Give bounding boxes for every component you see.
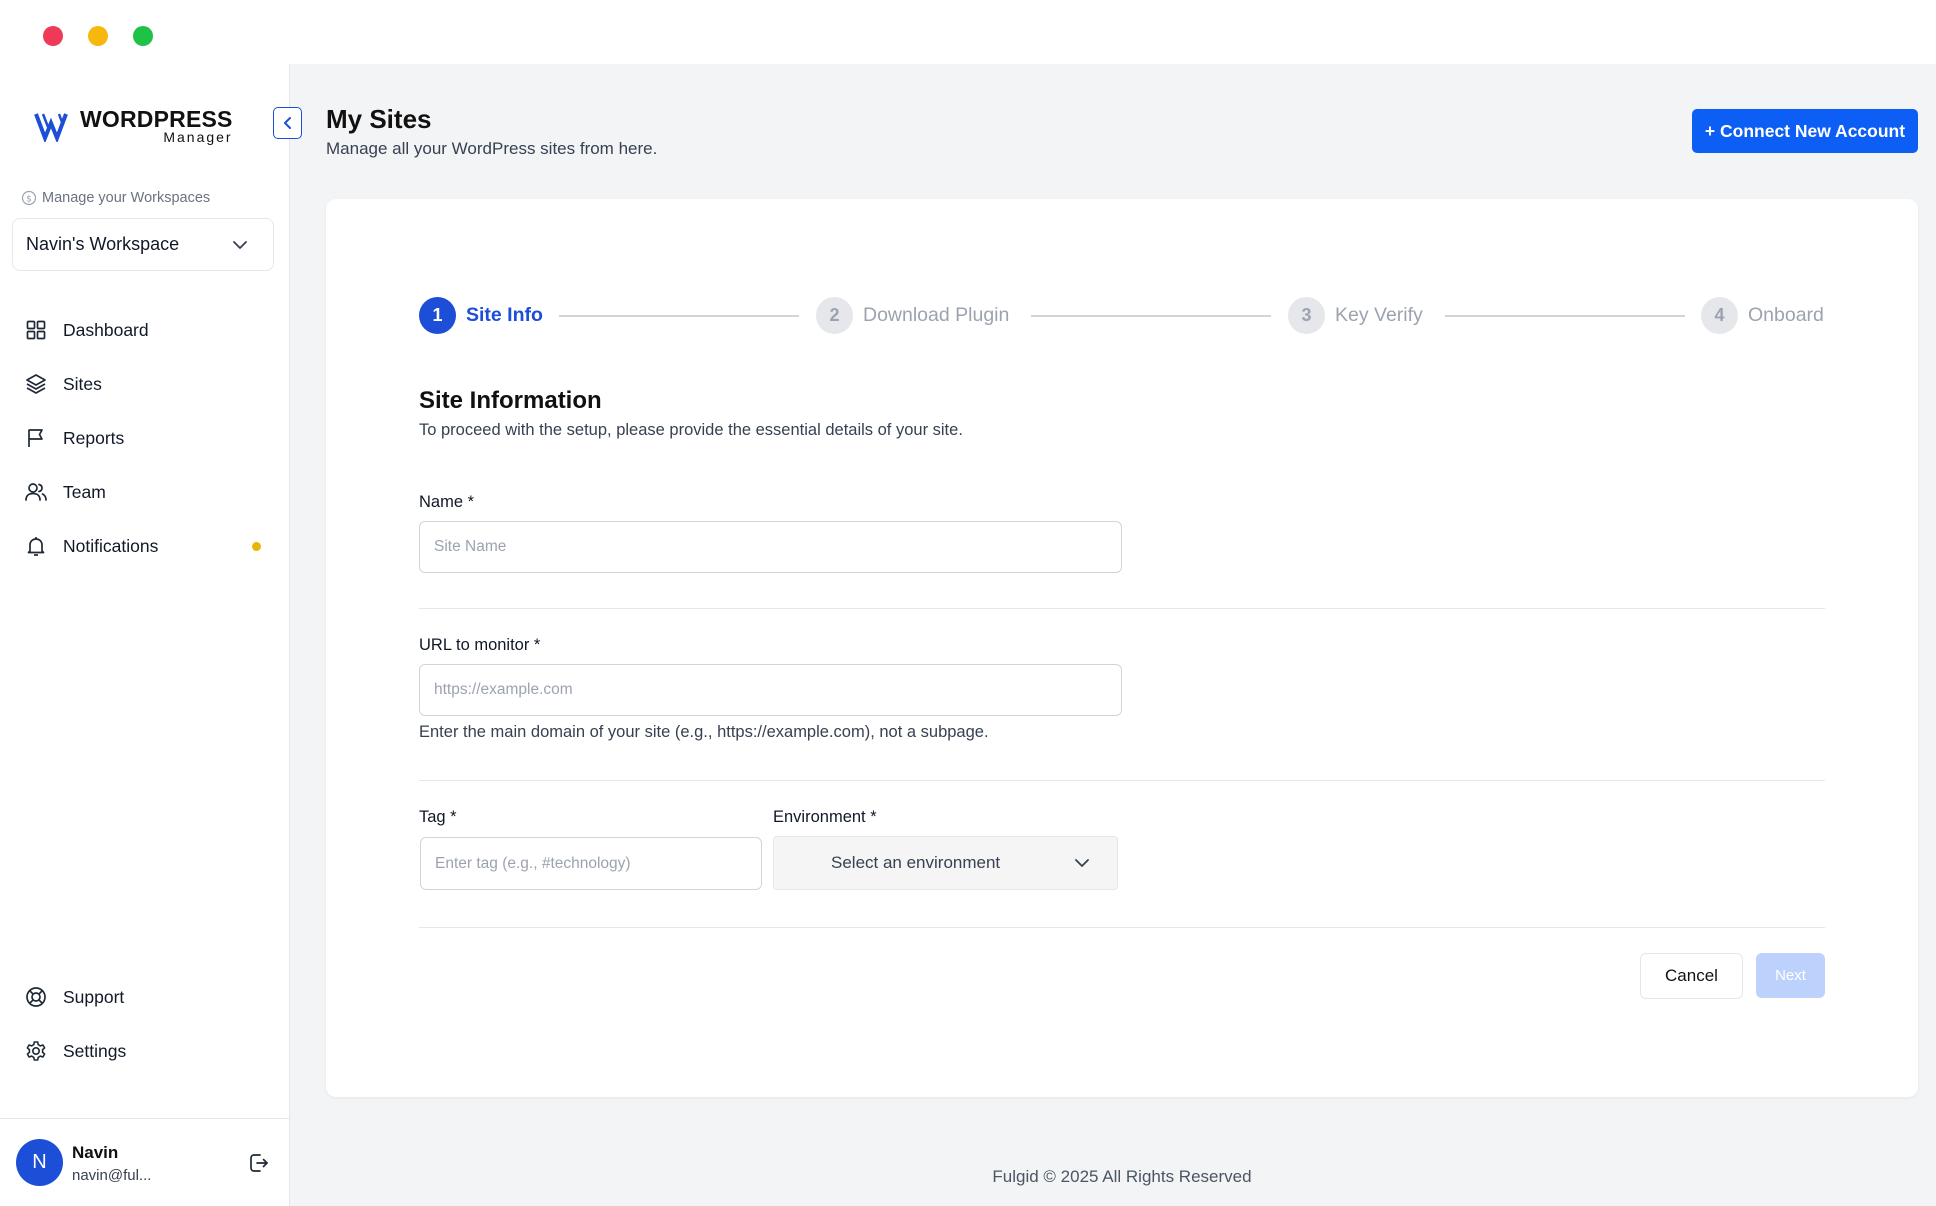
logout-icon[interactable] — [246, 1151, 270, 1175]
close-window-button[interactable] — [43, 26, 63, 46]
step-site-info[interactable]: 1 Site Info — [419, 297, 543, 334]
cancel-button[interactable]: Cancel — [1640, 953, 1743, 999]
step-number: 2 — [816, 297, 853, 334]
grid-icon — [26, 320, 46, 340]
workspace-selected-value: Navin's Workspace — [26, 234, 180, 254]
sidebar-item-label: Support — [63, 986, 125, 1007]
sidebar-item-sites[interactable]: Sites — [0, 357, 290, 411]
tag-label: Tag * — [419, 808, 457, 826]
environment-label: Environment * — [773, 808, 877, 826]
name-label: Name * — [419, 493, 475, 511]
sidebar: WORDPRESS Manager $ Manage your Workspac… — [0, 64, 302, 1206]
sidebar-item-label: Team — [63, 481, 106, 502]
svg-text:$: $ — [26, 195, 32, 205]
url-hint: Enter the main domain of your site (e.g.… — [419, 723, 989, 741]
workspace-select[interactable]: Navin's Workspace — [12, 218, 274, 271]
sidebar-item-label: Dashboard — [63, 319, 149, 340]
url-label: URL to monitor * — [419, 636, 541, 654]
collapse-sidebar-button[interactable] — [273, 107, 302, 139]
environment-select[interactable]: Select an environment — [773, 836, 1118, 890]
users-icon — [25, 483, 47, 501]
step-label: Key Verify — [1335, 304, 1423, 326]
gear-icon — [26, 1041, 46, 1061]
notification-badge — [252, 542, 261, 551]
step-connector — [1031, 315, 1271, 317]
page-title: My Sites — [326, 104, 432, 134]
step-download-plugin[interactable]: 2 Download Plugin — [816, 297, 1009, 334]
sidebar-bottom-nav: Support Settings — [0, 970, 290, 1078]
tag-input[interactable] — [420, 837, 762, 890]
step-onboard[interactable]: 4 Onboard — [1701, 297, 1824, 334]
site-name-input[interactable] — [419, 521, 1122, 573]
divider — [419, 608, 1825, 609]
connect-new-account-button[interactable]: + Connect New Account — [1692, 109, 1918, 153]
logo-subtitle: Manager — [163, 129, 233, 145]
sidebar-item-dashboard[interactable]: Dashboard — [0, 303, 290, 357]
step-number: 1 — [419, 297, 456, 334]
step-label: Onboard — [1748, 304, 1824, 326]
step-connector — [1445, 315, 1685, 317]
sidebar-item-team[interactable]: Team — [0, 465, 290, 519]
page-subtitle: Manage all your WordPress sites from her… — [326, 139, 658, 158]
next-button[interactable]: Next — [1756, 953, 1825, 998]
dollar-circle-icon: $ — [21, 190, 37, 206]
sidebar-item-label: Notifications — [63, 535, 159, 556]
flag-icon — [28, 429, 43, 447]
sidebar-item-reports[interactable]: Reports — [0, 411, 290, 465]
stepper: 1 Site Info 2 Download Plugin 3 Key Veri… — [419, 297, 1825, 337]
user-email: navin@ful... — [72, 1167, 152, 1184]
section-description: To proceed with the setup, please provid… — [419, 421, 963, 439]
sidebar-item-label: Reports — [63, 427, 125, 448]
url-input[interactable] — [419, 664, 1122, 716]
chevron-down-icon — [1075, 859, 1089, 867]
logo-title: WORDPRESS — [80, 106, 233, 132]
chevron-down-icon — [233, 240, 247, 249]
step-key-verify[interactable]: 3 Key Verify — [1288, 297, 1423, 334]
environment-selected-value: Select an environment — [831, 853, 1001, 872]
bell-icon — [27, 537, 45, 556]
step-number: 4 — [1701, 297, 1738, 334]
sidebar-item-support[interactable]: Support — [0, 970, 290, 1024]
wordpress-logo-icon — [34, 113, 68, 142]
app-logo[interactable]: WORDPRESS Manager — [34, 108, 233, 144]
sidebar-item-settings[interactable]: Settings — [0, 1024, 290, 1078]
workspace-caption: $ Manage your Workspaces — [21, 190, 210, 206]
layers-icon — [26, 374, 46, 394]
step-label: Download Plugin — [863, 304, 1010, 326]
chevron-left-icon — [283, 117, 291, 129]
workspace-caption-text: Manage your Workspaces — [42, 190, 211, 206]
sidebar-item-label: Sites — [63, 373, 102, 394]
step-connector — [559, 315, 799, 317]
user-profile: N Navin navin@ful... — [0, 1118, 290, 1206]
maximize-window-button[interactable] — [133, 26, 153, 46]
window-titlebar — [0, 0, 1936, 64]
site-setup-card: 1 Site Info 2 Download Plugin 3 Key Veri… — [326, 199, 1918, 1097]
divider — [419, 927, 1825, 928]
user-name: Navin — [72, 1143, 119, 1162]
step-number: 3 — [1288, 297, 1325, 334]
minimize-window-button[interactable] — [88, 26, 108, 46]
sidebar-nav: Dashboard Sites Reports Team Notificatio… — [0, 303, 290, 573]
section-title: Site Information — [419, 387, 602, 414]
sidebar-item-notifications[interactable]: Notifications — [0, 519, 290, 573]
footer-copyright: Fulgid © 2025 All Rights Reserved — [992, 1167, 1252, 1186]
divider — [419, 780, 1825, 781]
step-label: Site Info — [466, 304, 543, 326]
lifebuoy-icon — [26, 987, 46, 1007]
avatar[interactable]: N — [16, 1139, 63, 1186]
sidebar-item-label: Settings — [63, 1040, 127, 1061]
